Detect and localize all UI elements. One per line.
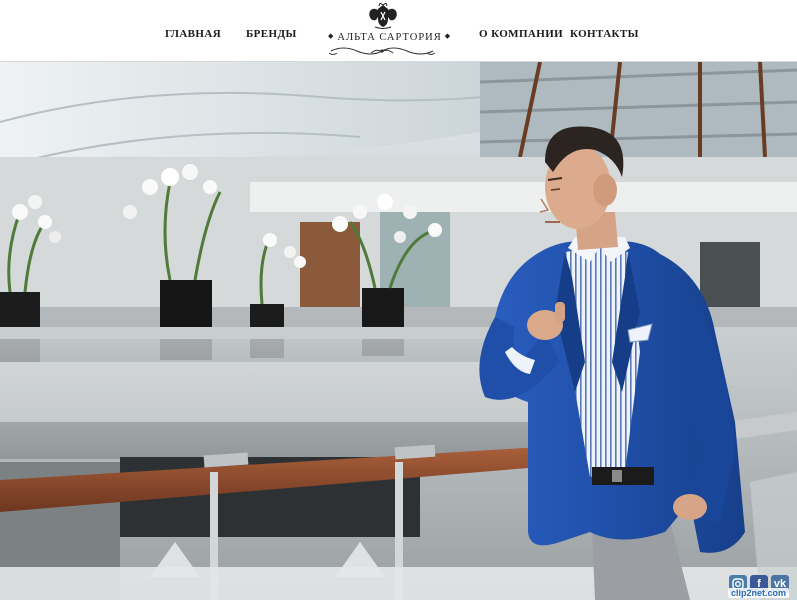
site-logo[interactable]: ◆ АЛЬТА САРТОРИЯ ◆ bbox=[325, 3, 450, 59]
flourish-ornament bbox=[328, 47, 436, 55]
nav-contacts[interactable]: КОНТАКТЫ bbox=[570, 28, 639, 40]
hero-banner bbox=[0, 62, 797, 600]
logo-text: АЛЬТА САРТОРИЯ bbox=[337, 32, 442, 43]
hero-photo bbox=[0, 62, 797, 600]
nav-brands[interactable]: БРЕНДЫ bbox=[246, 28, 297, 40]
crest-icon bbox=[369, 3, 397, 29]
site-header: ГЛАВНАЯ БРЕНДЫ ◆ АЛЬТА САРТОРИЯ ◆ О КОМПАН… bbox=[0, 0, 797, 62]
watermark-text: clip2net.com bbox=[727, 588, 789, 598]
logo-dot-right: ◆ bbox=[444, 32, 452, 40]
logo-name: ◆ АЛЬТА САРТОРИЯ ◆ bbox=[325, 32, 450, 43]
logo-dot-left: ◆ bbox=[328, 32, 335, 40]
nav-about[interactable]: О КОМПАНИИ bbox=[479, 28, 563, 40]
nav-home[interactable]: ГЛАВНАЯ bbox=[165, 28, 221, 40]
